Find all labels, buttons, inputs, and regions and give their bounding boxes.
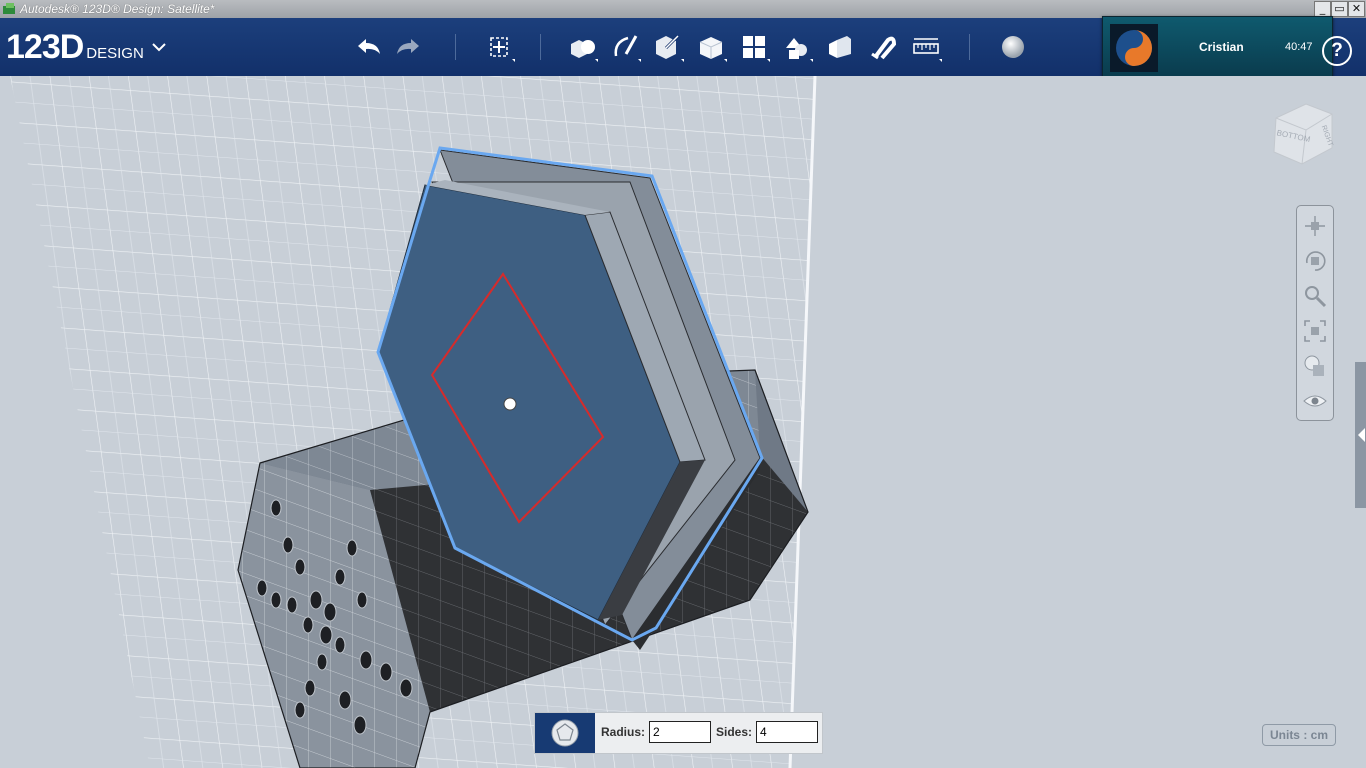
snap-button[interactable] <box>866 30 900 64</box>
primitives-button[interactable] <box>565 30 599 64</box>
minimize-button[interactable]: _ <box>1314 1 1331 17</box>
view-style-icon[interactable] <box>1301 352 1329 380</box>
view-cube[interactable]: BOTTOM RIGHT <box>1266 98 1338 170</box>
logo-main-text: 123D <box>6 28 84 66</box>
app-menu-logo[interactable]: 123D DESIGN <box>6 28 166 67</box>
measure-button[interactable] <box>909 30 943 64</box>
logo-sub-text: DESIGN <box>86 45 144 62</box>
window-title: Autodesk® 123D® Design: Satellite* <box>20 2 215 16</box>
zoom-icon[interactable] <box>1301 282 1329 310</box>
sides-label: Sides: <box>716 725 753 739</box>
radius-input[interactable] <box>649 721 711 743</box>
combine-button[interactable] <box>823 30 857 64</box>
visibility-icon[interactable] <box>1301 387 1329 415</box>
pattern-button[interactable] <box>737 30 771 64</box>
sketch-center-point[interactable] <box>503 397 517 411</box>
polygon-shape-tile[interactable] <box>535 713 595 753</box>
chevron-down-icon <box>152 43 166 52</box>
session-time: 40:47 <box>1285 41 1313 53</box>
redo-button[interactable] <box>393 30 427 64</box>
sketch-button[interactable] <box>608 30 642 64</box>
polygon-input-panel: Radius: Sides: <box>534 712 823 754</box>
restore-button[interactable]: ▭ <box>1331 1 1348 17</box>
transform-button[interactable] <box>482 30 516 64</box>
navigation-bar <box>1296 205 1334 421</box>
modify-button[interactable] <box>694 30 728 64</box>
app-icon <box>3 3 15 14</box>
avatar <box>1110 24 1158 72</box>
undo-button[interactable] <box>350 30 384 64</box>
grouping-button[interactable] <box>780 30 814 64</box>
orbit-icon[interactable] <box>1301 247 1329 275</box>
sides-input[interactable] <box>756 721 818 743</box>
user-name: Cristian <box>1199 40 1244 54</box>
radius-label: Radius: <box>601 725 646 739</box>
user-panel[interactable]: Cristian 40:47 <box>1102 16 1333 80</box>
3d-scene <box>10 76 817 768</box>
side-panel-toggle[interactable] <box>1355 362 1366 508</box>
fit-icon[interactable] <box>1301 317 1329 345</box>
chevron-left-icon <box>1358 428 1365 442</box>
units-indicator[interactable]: Units : cm <box>1262 724 1336 746</box>
construct-button[interactable] <box>651 30 685 64</box>
polygon-icon <box>551 719 579 747</box>
pan-icon[interactable] <box>1301 212 1329 240</box>
material-button[interactable] <box>996 30 1030 64</box>
toolbar-separator <box>455 34 456 60</box>
toolbar-separator <box>540 34 541 60</box>
3d-viewport[interactable]: BOTTOM RIGHT <box>0 76 1366 768</box>
toolbar-separator <box>969 34 970 60</box>
help-button[interactable]: ? <box>1322 36 1352 66</box>
close-button[interactable]: ✕ <box>1348 1 1365 17</box>
